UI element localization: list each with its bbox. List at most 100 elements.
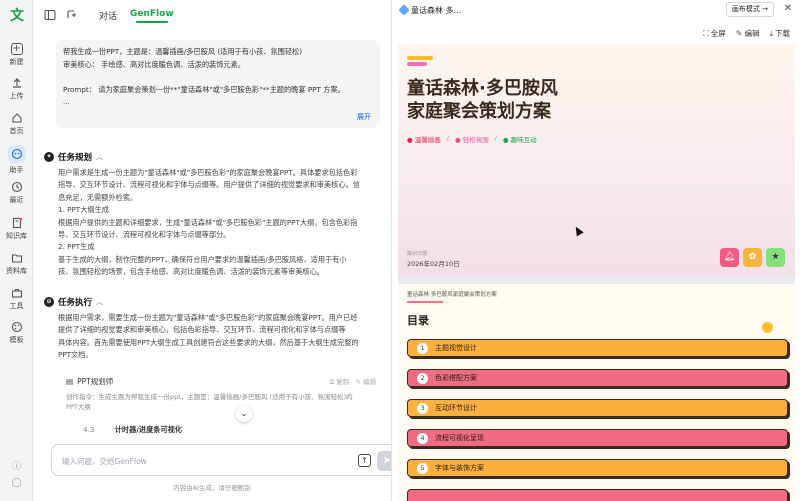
cover-title-line: 家庭聚会策划方案 [407, 101, 551, 122]
toc-item: 5 字体与装饰方案 [407, 459, 788, 477]
upload-icon [12, 78, 21, 88]
rail-item-knowledge[interactable]: 知识库 [0, 217, 33, 241]
preview-panel: 童话森林·多... 画布模式 → ✕ ⛶ 全屏 ✎ 编辑 ⤓ 下载 童话森林·多巴胺风… [391, 0, 800, 501]
exec-section-header[interactable]: ⊖ 任务执行 ︿ [44, 296, 103, 308]
plan-line: 2. PPT生成 [58, 242, 95, 252]
edit-icon: ✎ [355, 378, 361, 386]
chevron-up-icon: ︿ [96, 153, 104, 161]
toc-item-label: 色彩搭配方案 [435, 374, 477, 382]
cover-date-label: 策划日期 [407, 251, 428, 257]
prompt-line: 审美核心： 手绘感、高对比度暖色调、活泼的装饰元素。 [63, 59, 245, 69]
cover-icon-group: 🔔︎ ✿ ★ [720, 248, 785, 267]
bell-icon: 🔔︎ [720, 248, 739, 267]
plan-line: 用户需求是生成一份主题为"童话森林"或"多巴胺色彩"的家庭聚会晚宴PPT。具体要… [58, 168, 358, 177]
rail-item-assistant[interactable]: 助手 [0, 145, 33, 175]
tool-desc-line: 创作指令：生成主题为帮我生成一份ppt，主题是：温馨插画/多巴胺风 (适用于有小… [66, 393, 353, 401]
copy-button[interactable]: 复制 [336, 378, 349, 386]
tab-chat[interactable]: 对话 [99, 9, 117, 22]
palette-icon [11, 321, 22, 333]
download-button[interactable]: ⤓ 下载 [769, 28, 790, 39]
edit-label: 编辑 [744, 29, 760, 38]
plan-line: 孩、氛围轻松的场景，包含手绘感、高对比度暖色调、活泼的装饰元素等审美核心。 [58, 267, 324, 277]
edit-button[interactable]: 编辑 [363, 378, 376, 386]
tab-genflow[interactable]: GenFlow [130, 9, 174, 23]
slide-toc[interactable]: 童话森林·多巴胺风家庭聚会策划方案 目录 1 主题视觉设计 2 色彩搭配方案 3… [398, 284, 795, 501]
left-rail: 文 + 新建 上传 首页 助手 最近 知识库 资料库 工具 模板 ⓘ ◯ [0, 0, 33, 501]
rail-item-tools[interactable]: 工具 [0, 287, 33, 311]
chat-input[interactable]: 输入问题，交给GenFlow [62, 456, 147, 467]
rail-item-library[interactable]: 资料库 [0, 252, 33, 276]
rail-label-library: 资料库 [6, 267, 27, 275]
exec-line: 具体内容。首先需要使用PPT大纲生成工具创建符合这些要求的大纲，然后基于大纲生成… [58, 337, 359, 347]
book-icon [12, 217, 22, 229]
toc-header: 童话森林·多巴胺风家庭聚会策划方案 [407, 292, 497, 298]
toc-item-label: 字体与装饰方案 [435, 464, 484, 472]
edit-preview-button[interactable]: ✎ 编辑 [736, 28, 760, 39]
tool-title: PPT规划师 [77, 377, 114, 386]
plan-title: 任务规划 [58, 153, 93, 163]
scroll-down-button[interactable]: ⌄ [236, 406, 252, 422]
prompt-line: Prompt： 请为家庭聚会策划一份**"童话森林"或"多巴胺色彩"**主题的晚… [63, 84, 345, 94]
home-icon [11, 113, 22, 123]
decor-dot [762, 322, 773, 333]
cover-tag: ● 趣味互动 [502, 136, 537, 144]
slide-cover[interactable]: 童话森林·多巴胺风 家庭聚会策划方案 ● 温馨插画 / ● 轻松氛围 / ● 趣… [398, 44, 795, 276]
expand-link[interactable]: 展开 [357, 111, 371, 124]
chat-input-box[interactable]: 输入问题，交给GenFlow ↑ ➤ [51, 444, 406, 476]
canvas-mode-label: 画布模式 [731, 5, 760, 13]
folder-icon [11, 254, 22, 263]
prompt-line [63, 71, 373, 84]
exec-line: 提供了详细的视觉要求和审美核心，包括色彩指导、交互环节、流程可视化和字体与点缀等 [58, 325, 346, 335]
ppt-file-icon [398, 4, 410, 16]
canvas-mode-button[interactable]: 画布模式 → [725, 2, 774, 17]
clock-icon [11, 181, 22, 193]
plan-line: 指导、交互环节设计、流程可视化和字体与点缀等。用户提供了详细的视觉要求和审美核心… [58, 180, 360, 190]
rail-item-recent[interactable]: 最近 [0, 181, 33, 205]
cover-tag: ● 轻松氛围 [454, 136, 489, 144]
toc-item: 2 色彩搭配方案 [407, 369, 788, 387]
toc-item: 1 主题视觉设计 [407, 339, 788, 357]
fullscreen-icon: ⛶ [703, 29, 709, 38]
download-icon: ⤓ [769, 29, 773, 38]
star-icon: ★ [766, 248, 785, 267]
fullscreen-label: 全屏 [710, 29, 726, 38]
cover-tags: ● 温馨插画 / ● 轻松氛围 / ● 趣味互动 [407, 134, 537, 144]
tool-card-ppt-planner[interactable]: ▤ PPT规划师 ⧉ 复制 ✎ 编辑 创作指令：生成主题为帮我生成一份ppt，主… [66, 376, 376, 416]
rail-label-recent: 最近 [9, 196, 24, 204]
help-icon[interactable]: ⓘ [0, 459, 33, 472]
step-text: 计时器/进度条可视化 [114, 425, 183, 434]
cover-title: 童话森林·多巴胺风 家庭聚会策划方案 [407, 77, 558, 123]
toolbox-icon [11, 288, 22, 298]
close-icon[interactable]: ✕ [784, 3, 792, 14]
cover-title-line: 童话森林·多巴胺风 [407, 78, 558, 99]
rail-item-templates[interactable]: 模板 [0, 321, 33, 345]
rail-label-templates: 模板 [9, 336, 24, 344]
fullscreen-button[interactable]: ⛶ 全屏 [703, 28, 726, 39]
sidebar-toggle-icon[interactable] [44, 9, 56, 21]
plan-section-header[interactable]: ✦ 任务规划 ︿ [44, 151, 103, 163]
exec-line: PPT文档。 [58, 350, 93, 360]
user-prompt-card: 帮我生成一份PPT，主题是：温馨插画/多巴胺风 (适用于有小孩、氛围轻松) 审美… [56, 40, 380, 128]
rail-item-upload[interactable]: 上传 [0, 77, 33, 101]
upload-file-icon[interactable]: ↑ [358, 454, 371, 467]
ai-disclaimer: 内容由AI生成，请仔细甄别 [173, 484, 251, 492]
toc-item-number: 4 [417, 432, 428, 444]
rail-item-new[interactable]: + 新建 [0, 43, 33, 67]
arrow-right-icon: → [762, 5, 768, 13]
tag-separator: / [494, 134, 497, 142]
new-chat-icon[interactable] [66, 9, 78, 21]
exec-body: 根据用户需求，需要生成一份主题为"童话森林"或"多巴胺色彩"的家庭聚会晚宴PPT… [58, 312, 381, 362]
rail-item-home[interactable]: 首页 [0, 112, 33, 136]
preview-tab[interactable]: 童话森林·多... [398, 2, 461, 18]
slides-canvas[interactable]: 童话森林·多巴胺风 家庭聚会策划方案 ● 温馨插画 / ● 轻松氛围 / ● 趣… [398, 44, 795, 501]
rail-label-knowledge: 知识库 [6, 232, 27, 240]
step-number: 4.3 [83, 425, 95, 434]
plan-line: 导、交互环节设计、流程可视化和字体与点缀等部分。 [58, 230, 231, 240]
toc-item-number: 1 [417, 342, 428, 354]
app-logo[interactable]: 文 [9, 8, 25, 24]
toc-item-label: 互动环节设计 [435, 404, 477, 412]
user-avatar-icon[interactable]: ◯ [0, 478, 33, 488]
decor-bar [407, 56, 433, 60]
step-row: 4.3 计时器/进度条可视化 [83, 425, 182, 435]
plan-icon: ✦ [44, 152, 54, 162]
